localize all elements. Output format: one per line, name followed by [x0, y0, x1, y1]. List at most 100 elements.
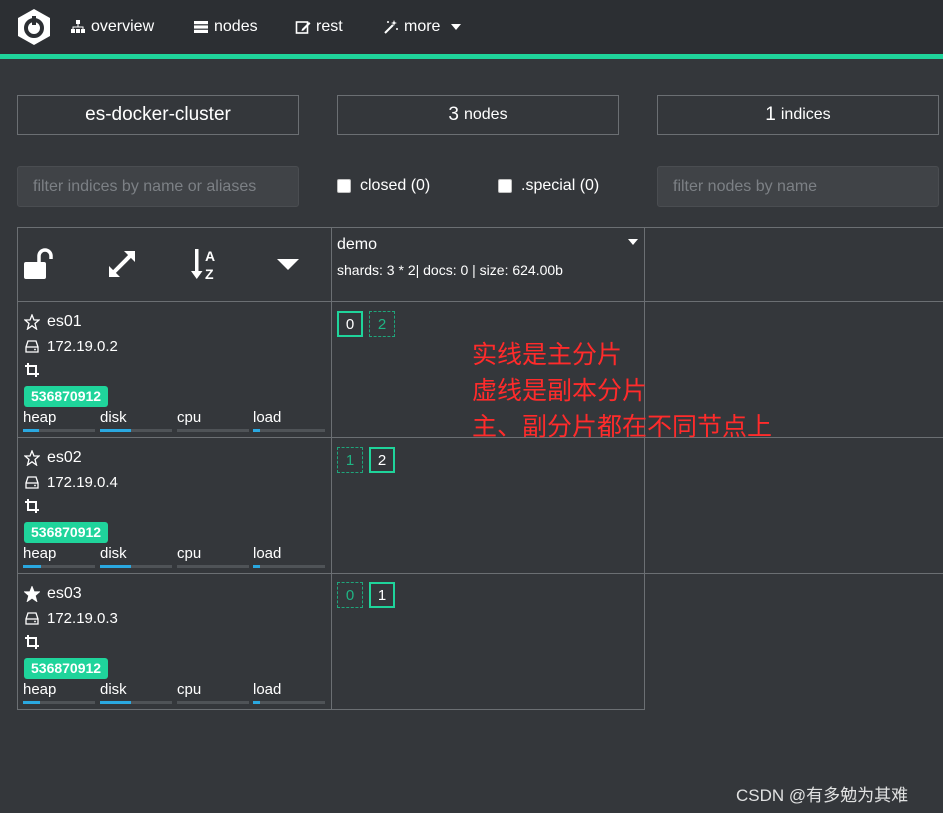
node-metrics: heap disk cpu load — [23, 545, 326, 571]
expand-icon[interactable] — [104, 246, 140, 282]
metric-fill — [253, 701, 261, 704]
nav-overview[interactable]: overview — [70, 16, 154, 38]
metric-cpu: cpu — [177, 409, 249, 432]
node-name[interactable]: es01 — [47, 313, 82, 331]
sort-alpha-icon[interactable]: A Z — [190, 246, 226, 282]
edit-icon — [295, 21, 311, 34]
metric-load: load — [253, 409, 325, 432]
metric-label: disk — [100, 545, 127, 562]
logo-icon[interactable] — [15, 8, 53, 46]
caret-down-icon[interactable] — [270, 246, 306, 282]
metric-fill — [23, 565, 41, 568]
nav-more-label: more — [404, 18, 441, 35]
top-navbar: overview nodes rest more — [0, 0, 943, 54]
metric-label: load — [253, 545, 282, 562]
node-version-badge: 536870912 — [24, 658, 109, 679]
replica-shard[interactable]: 2 — [369, 311, 395, 337]
watermark: CSDN @有多勉为其难 — [736, 786, 909, 805]
metric-bar — [253, 429, 325, 432]
annotation-line: 虚线是副本分片 — [472, 377, 648, 405]
star-filled-icon — [24, 586, 40, 602]
primary-shard[interactable]: 2 — [369, 447, 395, 473]
node-ip: 172.19.0.3 — [47, 609, 118, 627]
crop-icon — [25, 635, 39, 649]
hdd-icon — [25, 340, 39, 353]
annotation-line: 主、副分片都在不同节点上 — [472, 413, 773, 441]
primary-shard[interactable]: 1 — [369, 582, 395, 608]
metric-bar — [100, 565, 172, 568]
metric-bar — [253, 701, 325, 704]
metric-bar — [23, 565, 95, 568]
nodes-count: 3 — [448, 104, 459, 125]
special-checkbox[interactable]: .special (0) — [498, 177, 599, 195]
replica-shard[interactable]: 0 — [337, 582, 363, 608]
filter-nodes-input[interactable] — [657, 166, 939, 207]
metric-label: cpu — [177, 545, 202, 562]
node-ip: 172.19.0.2 — [47, 337, 118, 355]
navbar-accent-bar — [0, 54, 943, 59]
node-ip: 172.19.0.4 — [47, 473, 118, 491]
replica-shard[interactable]: 1 — [337, 447, 363, 473]
metric-heap: heap — [23, 545, 95, 568]
metric-disk: disk — [100, 545, 172, 568]
metric-disk: disk — [100, 409, 172, 432]
metric-heap: heap — [23, 409, 95, 432]
server-icon — [194, 21, 208, 33]
metric-fill — [100, 701, 131, 704]
metric-label: cpu — [177, 681, 202, 698]
crop-icon — [25, 499, 39, 513]
metric-bar — [100, 429, 172, 432]
grid-toolbar: A Z — [18, 228, 331, 301]
grid-divider — [644, 227, 645, 710]
metric-label: disk — [100, 409, 127, 426]
node-row: es03 172.19.0.3 536870912 heap disk cpu … — [18, 574, 331, 710]
cluster-name-box: es-docker-cluster — [17, 95, 299, 135]
node-name[interactable]: es03 — [47, 585, 82, 603]
special-checkbox-box[interactable] — [498, 179, 512, 193]
node-crop-row — [24, 358, 325, 382]
nodes-count-label: nodes — [463, 106, 508, 123]
closed-checkbox-label: closed (0) — [360, 177, 431, 194]
index-dropdown-caret-icon[interactable] — [628, 239, 638, 245]
unlock-icon[interactable] — [22, 246, 58, 282]
nav-nodes[interactable]: nodes — [193, 16, 258, 38]
primary-shard[interactable]: 0 — [337, 311, 363, 337]
node-ip-row: 172.19.0.2 — [24, 334, 325, 358]
index-name[interactable]: demo — [337, 236, 638, 254]
node-row: es02 172.19.0.4 536870912 heap disk cpu … — [18, 438, 331, 574]
nav-overview-label: overview — [91, 18, 155, 35]
nav-more-dropdown[interactable]: more — [383, 16, 462, 38]
metric-fill — [23, 701, 41, 704]
indices-count-box: 1 indices — [657, 95, 939, 135]
metric-bar — [177, 701, 249, 704]
svg-text:A: A — [205, 248, 215, 264]
metric-bar — [177, 429, 249, 432]
metric-cpu: cpu — [177, 545, 249, 568]
filter-indices-input[interactable] — [17, 166, 299, 207]
metric-label: cpu — [177, 409, 202, 426]
nav-rest[interactable]: rest — [295, 16, 343, 38]
node-name-row: es03 — [24, 582, 325, 606]
closed-checkbox[interactable]: closed (0) — [337, 177, 430, 195]
closed-checkbox-box[interactable] — [337, 179, 351, 193]
metric-load: load — [253, 681, 325, 704]
node-name[interactable]: es02 — [47, 449, 82, 467]
node-crop-row — [24, 494, 325, 518]
node-ip-row: 172.19.0.3 — [24, 606, 325, 630]
crop-icon — [25, 363, 39, 377]
hdd-icon — [25, 612, 39, 625]
metric-fill — [253, 429, 261, 432]
hdd-icon — [25, 476, 39, 489]
metric-disk: disk — [100, 681, 172, 704]
metric-bar — [177, 565, 249, 568]
metric-bar — [23, 429, 95, 432]
metric-bar — [100, 701, 172, 704]
index-column-header[interactable]: demo shards: 3 * 2| docs: 0 | size: 624.… — [331, 228, 644, 301]
node-metrics: heap disk cpu load — [23, 409, 326, 435]
metric-label: load — [253, 681, 282, 698]
node-row: es01 172.19.0.2 536870912 heap disk cpu … — [18, 302, 331, 438]
metric-label: disk — [100, 681, 127, 698]
node-name-row: es02 — [24, 446, 325, 470]
node-version-badge: 536870912 — [24, 522, 109, 543]
nodes-count-box: 3 nodes — [337, 95, 619, 135]
